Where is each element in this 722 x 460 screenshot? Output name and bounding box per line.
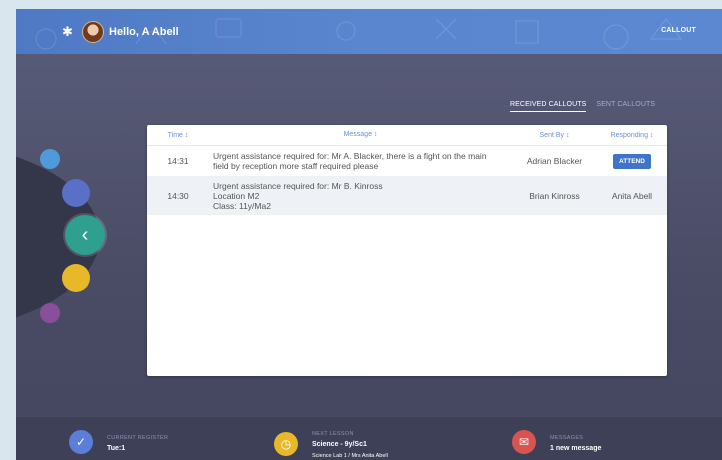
chevron-left-icon[interactable]: ‹ xyxy=(65,215,105,255)
table-row[interactable]: 14:30 Urgent assistance required for: Mr… xyxy=(147,177,667,215)
cell-message: Urgent assistance required for: Mr B. Ki… xyxy=(209,181,512,211)
cell-responding: ATTEND xyxy=(597,153,667,169)
messages[interactable]: ✉ MESSAGES 1 new message xyxy=(512,430,601,454)
side-dot-purple[interactable] xyxy=(40,303,60,323)
attend-button[interactable]: ATTEND xyxy=(613,153,651,169)
register-label: CURRENT REGISTER xyxy=(107,435,169,441)
next-lesson-location: Science Lab 1 / Mrs Anita Abell xyxy=(312,453,388,459)
app-window: ✱ Hello, A Abell CALLOUT RECEIVED CALLOU… xyxy=(16,9,722,460)
column-message[interactable]: Message ↕ xyxy=(209,130,512,140)
cell-sent-by: Brian Kinross xyxy=(529,190,580,201)
cell-time: 14:31 xyxy=(167,156,189,166)
register-value: Tue:1 xyxy=(107,445,126,452)
cell-sent-by: Adrian Blacker xyxy=(526,156,583,166)
envelope-icon: ✉ xyxy=(512,430,536,454)
column-time[interactable]: Time ↕ xyxy=(147,132,209,139)
next-lesson-value: Science - 9y/Sc1 xyxy=(312,441,367,448)
avatar[interactable] xyxy=(82,20,104,43)
message-line: Urgent assistance required for: Mr A. Bl… xyxy=(213,151,487,161)
message-line: field by reception more staff required p… xyxy=(213,161,379,171)
message-line: Urgent assistance required for: Mr B. Ki… xyxy=(213,180,383,191)
table-header: Time ↕ Message ↕ Sent By ↕ Responding ↕ xyxy=(147,125,667,146)
cell-message: Urgent assistance required for: Mr A. Bl… xyxy=(209,151,512,171)
table-row[interactable]: 14:31 Urgent assistance required for: Mr… xyxy=(147,146,667,177)
cell-time: 14:30 xyxy=(167,190,189,201)
side-dot-blue[interactable] xyxy=(40,149,60,169)
messages-label: MESSAGES xyxy=(550,435,584,441)
message-line: Location M2 xyxy=(213,190,260,201)
top-bar: ✱ Hello, A Abell CALLOUT xyxy=(16,9,722,54)
callout-link[interactable]: CALLOUT xyxy=(661,27,696,34)
message-line: Class: 11y/Ma2 xyxy=(213,200,271,211)
side-dot-indigo[interactable] xyxy=(62,179,90,207)
current-register[interactable]: ✓ CURRENT REGISTER Tue:1 xyxy=(69,430,168,454)
footer-bar: ✓ CURRENT REGISTER Tue:1 ◷ NEXT LESSON S… xyxy=(16,417,722,460)
tab-received-callouts[interactable]: RECEIVED CALLOUTS xyxy=(510,101,587,112)
gear-icon[interactable]: ✱ xyxy=(62,25,74,38)
column-sent-by[interactable]: Sent By ↕ xyxy=(512,132,597,139)
greeting: Hello, A Abell xyxy=(109,25,179,38)
cell-responding: Anita Abell xyxy=(611,190,653,201)
callouts-table: Time ↕ Message ↕ Sent By ↕ Responding ↕ … xyxy=(147,125,667,376)
side-dot-yellow[interactable] xyxy=(62,264,90,292)
next-lesson[interactable]: ◷ NEXT LESSON Science - 9y/Sc1 Science L… xyxy=(274,427,388,460)
check-circle-icon: ✓ xyxy=(69,430,93,454)
tab-sent-callouts[interactable]: SENT CALLOUTS xyxy=(596,101,655,112)
messages-value: 1 new message xyxy=(550,445,602,452)
column-responding[interactable]: Responding ↕ xyxy=(597,132,667,139)
callout-tabs: RECEIVED CALLOUTS SENT CALLOUTS xyxy=(510,101,655,112)
next-lesson-label: NEXT LESSON xyxy=(312,431,354,437)
clock-icon: ◷ xyxy=(274,431,298,456)
